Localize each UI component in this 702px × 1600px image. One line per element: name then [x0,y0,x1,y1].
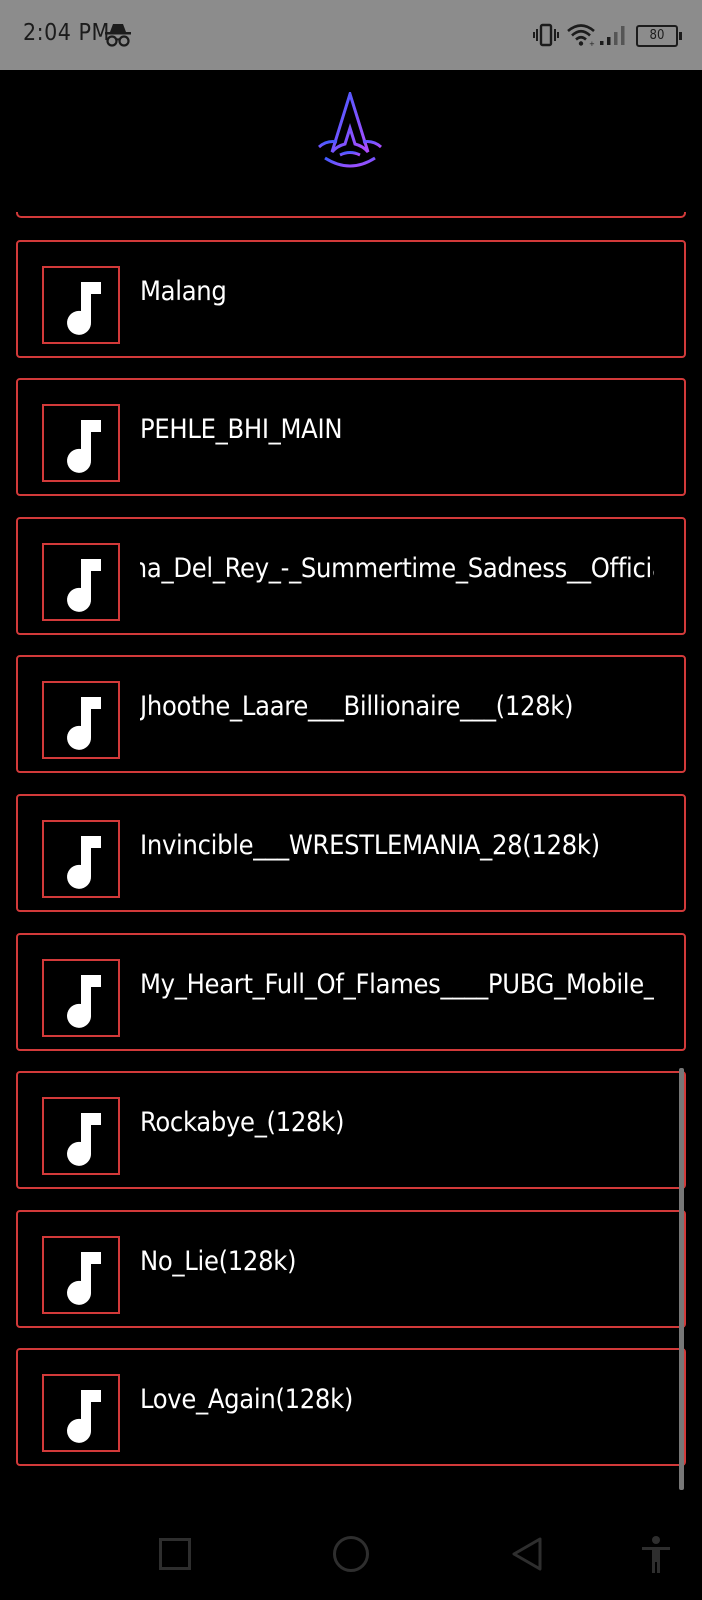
music-note-icon [67,1252,101,1305]
song-title: Love_Again(128k) [140,1384,354,1415]
song-thumbnail [42,681,120,759]
header-divider [16,212,686,218]
song-title: Jhoothe_Laare___Billionaire___(128k) [140,691,574,722]
song-title: Invincible___WRESTLEMANIA_28(128k) [140,830,600,861]
song-list-item[interactable]: Invincible___WRESTLEMANIA_28(128k) [16,794,686,912]
vibrate-icon [533,23,559,47]
music-note-icon [67,836,101,889]
music-note-icon [67,975,101,1028]
song-thumbnail [42,1236,120,1314]
music-note-icon [67,559,101,612]
accessibility-icon[interactable] [640,1535,672,1575]
song-list-item[interactable]: No_Lie(128k) [16,1210,686,1328]
song-list-item[interactable]: Lana_Del_Rey_-_Summertime_Sadness__Offic… [16,517,686,635]
song-list-item[interactable]: My_Heart_Full_Of_Flames____PUBG_Mobile_(… [16,933,686,1051]
song-title-marquee: Lana_Del_Rey_-_Summertime_Sadness__Offic… [140,553,654,584]
song-title: Malang [140,276,227,307]
song-thumbnail [42,1374,120,1452]
song-title: PEHLE_BHI_MAIN [140,414,343,445]
app-logo-icon [318,92,382,168]
song-thumbnail [42,820,120,898]
song-thumbnail [42,959,120,1037]
music-note-icon [67,697,101,750]
status-time: 2:04 PM [23,20,110,46]
battery-level: 80 [649,28,665,43]
music-note-icon [67,282,101,335]
song-thumbnail [42,266,120,344]
song-title: Rockabye_(128k) [140,1107,345,1138]
battery-icon: 80 [636,25,682,47]
wifi-icon: + [567,24,595,48]
song-list-item[interactable]: Love_Again(128k) [16,1348,686,1466]
song-list-item[interactable]: Rockabye_(128k) [16,1071,686,1189]
song-thumbnail [42,543,120,621]
svg-text:+: + [589,40,595,48]
song-title: No_Lie(128k) [140,1246,297,1277]
home-icon[interactable] [333,1536,369,1572]
music-note-icon [67,1390,101,1443]
recent-apps-icon[interactable] [159,1538,191,1570]
signal-icon [600,26,625,45]
song-thumbnail [42,404,120,482]
music-note-icon [67,420,101,473]
list-scrollbar[interactable] [679,1068,684,1490]
song-list-item[interactable]: PEHLE_BHI_MAIN [16,378,686,496]
song-list-item[interactable]: Jhoothe_Laare___Billionaire___(128k) [16,655,686,773]
song-list-item[interactable]: Malang [16,240,686,358]
song-thumbnail [42,1097,120,1175]
back-icon[interactable] [510,1536,544,1572]
song-title: My_Heart_Full_Of_Flames____PUBG_Mobile_(… [140,969,654,1000]
incognito-icon [105,24,131,47]
music-note-icon [67,1113,101,1166]
status-bar: 2:04 PM + 80 [0,0,702,70]
